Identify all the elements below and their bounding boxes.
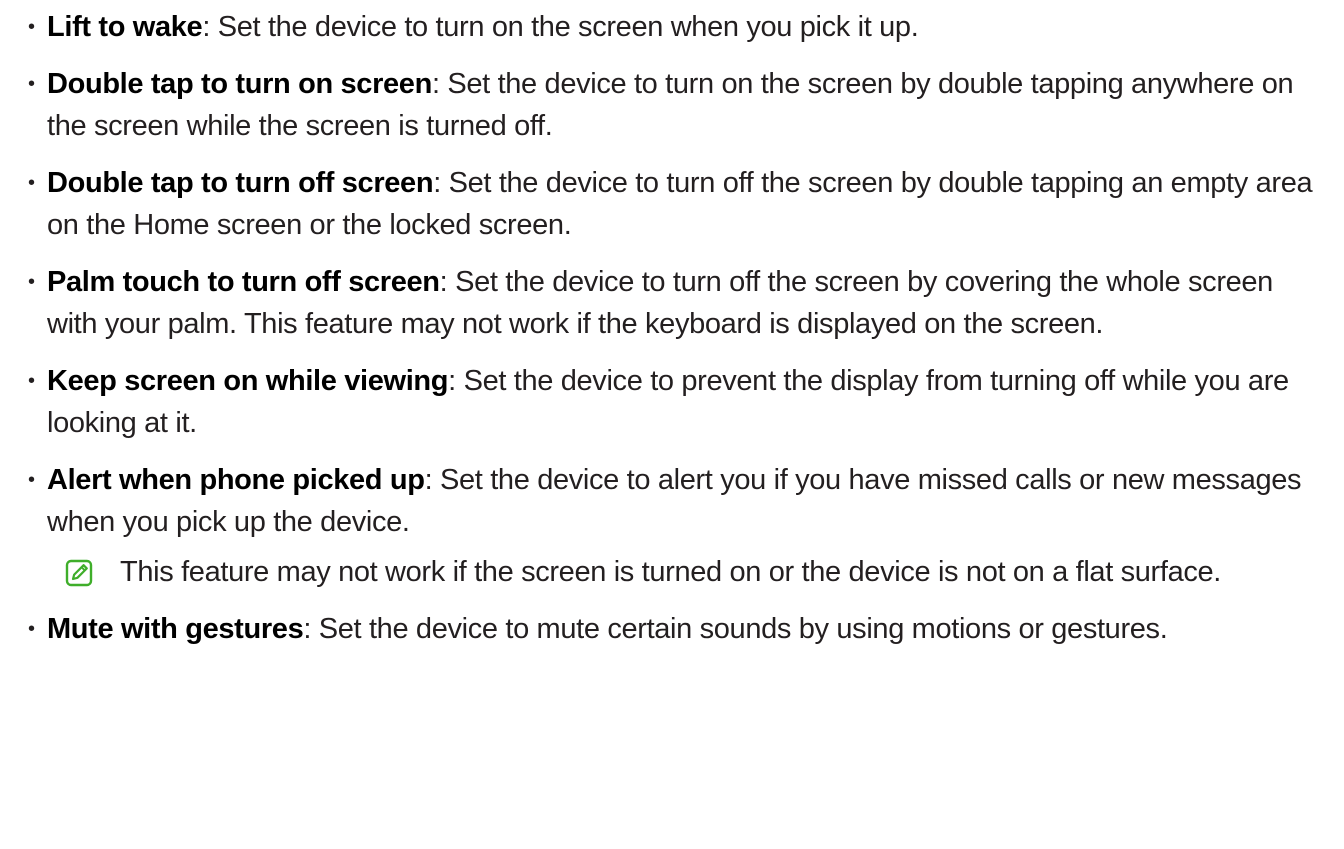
item-separator: : — [202, 11, 211, 43]
item-term: Palm touch to turn off screen — [47, 266, 440, 298]
item-separator: : — [431, 68, 440, 100]
bullet: • — [28, 73, 35, 95]
item-description: Set the device to turn on the screen whe… — [210, 11, 919, 43]
manual-page: • Lift to wake: Set the device to turn o… — [0, 0, 1344, 849]
item-term: Lift to wake — [47, 11, 203, 43]
item-separator: : — [448, 365, 456, 397]
note-text: This feature may not work if the screen … — [120, 556, 1221, 588]
item-term: Mute with gestures — [47, 613, 304, 645]
list-item-double-tap-on: • Double tap to turn on screen: Set the … — [28, 63, 1328, 147]
list-item-double-tap-off: • Double tap to turn off screen: Set the… — [28, 162, 1328, 246]
list-item-alert-picked-up: • Alert when phone picked up: Set the de… — [28, 459, 1328, 593]
list-item-keep-screen-on: • Keep screen on while viewing: Set the … — [28, 360, 1328, 444]
bullet: • — [28, 618, 35, 640]
list-item-mute-gestures: • Mute with gestures: Set the device to … — [28, 608, 1328, 650]
bullet: • — [28, 16, 35, 38]
note-pencil-icon — [65, 557, 93, 587]
bullet: • — [28, 271, 35, 293]
bullet: • — [28, 370, 35, 392]
bullet: • — [28, 469, 35, 491]
list-item-lift-to-wake: • Lift to wake: Set the device to turn o… — [28, 6, 1328, 48]
settings-list: • Lift to wake: Set the device to turn o… — [28, 6, 1328, 665]
list-item-palm-touch: • Palm touch to turn off screen: Set the… — [28, 261, 1328, 345]
item-term: Keep screen on while viewing — [47, 365, 449, 397]
item-term: Double tap to turn on screen — [47, 68, 432, 100]
item-separator: : — [303, 613, 312, 645]
item-description: Set the device to mute certain sounds by… — [311, 613, 1168, 645]
note-box: This feature may not work if the screen … — [47, 551, 1328, 593]
bullet: • — [28, 172, 35, 194]
item-separator: : — [433, 167, 441, 199]
item-term: Alert when phone picked up — [47, 464, 425, 496]
item-term: Double tap to turn off screen — [47, 167, 434, 199]
